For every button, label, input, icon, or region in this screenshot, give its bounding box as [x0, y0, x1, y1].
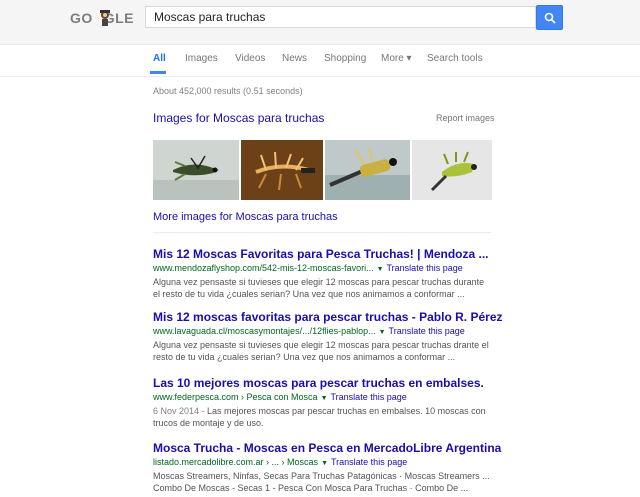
tab-news[interactable]: News [282, 53, 307, 64]
google-logo[interactable]: GO GLE [70, 8, 134, 28]
result-url: www.mendozaflyshop.com/542-mis-12-moscas… [153, 262, 493, 276]
caret-down-icon[interactable]: ▼ [374, 266, 387, 273]
images-section-title[interactable]: Images for Moscas para truchas [153, 111, 324, 125]
image-thumbnail-4[interactable] [412, 140, 492, 200]
result-snippet: Alguna vez pensaste si tuvieses que eleg… [153, 340, 489, 362]
search-button[interactable] [536, 5, 563, 30]
logo-text-go: GO [70, 10, 93, 26]
doodle-figure-icon [95, 8, 110, 28]
translate-link[interactable]: Translate this page [331, 457, 407, 467]
result-snippet: 6 Nov 2014 - Las mejores moscas par pesc… [153, 405, 493, 429]
image-thumbnail-2[interactable] [241, 140, 323, 200]
result-snippet: Alguna vez pensaste si tuvieses que eleg… [153, 277, 485, 299]
report-images-link[interactable]: Report images [436, 113, 495, 123]
tab-search-tools[interactable]: Search tools [427, 53, 483, 64]
result-url: www.lavaguada.cl/moscasymontajes/.../12f… [153, 325, 493, 339]
image-thumbnail-3[interactable] [325, 140, 410, 200]
result-title-link[interactable]: Mis 12 moscas favoritas para pescar truc… [153, 310, 503, 325]
tab-images[interactable]: Images [185, 53, 218, 64]
section-divider [153, 232, 491, 233]
tab-shopping[interactable]: Shopping [324, 53, 366, 64]
result-date: 6 Nov 2014 - [153, 406, 208, 416]
result-url-text[interactable]: listado.mercadolibre.com.ar › ... › Mosc… [153, 457, 318, 467]
image-thumbnail-1[interactable] [153, 140, 239, 200]
tab-more[interactable]: More ▾ [381, 53, 412, 64]
tab-all[interactable]: All [153, 53, 166, 64]
search-result: Mis 12 moscas favoritas para pescar truc… [153, 310, 503, 363]
search-result: Las 10 mejores moscas para pescar trucha… [153, 376, 493, 429]
result-url-text[interactable]: www.lavaguada.cl/moscasymontajes/.../12f… [153, 326, 376, 336]
search-icon [544, 12, 556, 24]
search-result: Mosca Trucha - Moscas en Pesca en Mercad… [153, 441, 501, 494]
translate-link[interactable]: Translate this page [389, 326, 465, 336]
search-tabs: All Images Videos News Shopping More ▾ S… [0, 44, 640, 77]
result-title-link[interactable]: Mis 12 Moscas Favoritas para Pesca Truch… [153, 247, 493, 262]
translate-link[interactable]: Translate this page [387, 263, 463, 273]
result-url-text[interactable]: www.federpesca.com › Pesca con Mosca [153, 392, 318, 402]
result-url: listado.mercadolibre.com.ar › ... › Mosc… [153, 456, 493, 470]
result-snippet: Moscas Streamers, Ninfas, Secas Para Tru… [153, 471, 490, 493]
more-images-link[interactable]: More images for Moscas para truchas [153, 211, 338, 223]
result-url: www.federpesca.com › Pesca con Mosca ▼ Tra… [153, 391, 493, 405]
translate-link[interactable]: Translate this page [331, 392, 407, 402]
result-title-link[interactable]: Mosca Trucha - Moscas en Pesca en Mercad… [153, 441, 501, 456]
caret-down-icon[interactable]: ▼ [318, 460, 331, 467]
search-result: Mis 12 Moscas Favoritas para Pesca Truch… [153, 247, 493, 300]
result-title-link[interactable]: Las 10 mejores moscas para pescar trucha… [153, 376, 493, 391]
caret-down-icon[interactable]: ▼ [318, 395, 331, 402]
active-tab-indicator [150, 71, 166, 74]
search-input[interactable]: Moscas para truchas [145, 6, 536, 28]
tab-videos[interactable]: Videos [235, 53, 265, 64]
result-url-text[interactable]: www.mendozaflyshop.com/542-mis-12-moscas… [153, 263, 374, 273]
top-bar: GO GLE Moscas para truchas [0, 0, 640, 45]
result-stats: About 452,000 results (0.51 seconds) [153, 86, 303, 96]
caret-down-icon[interactable]: ▼ [376, 329, 389, 336]
